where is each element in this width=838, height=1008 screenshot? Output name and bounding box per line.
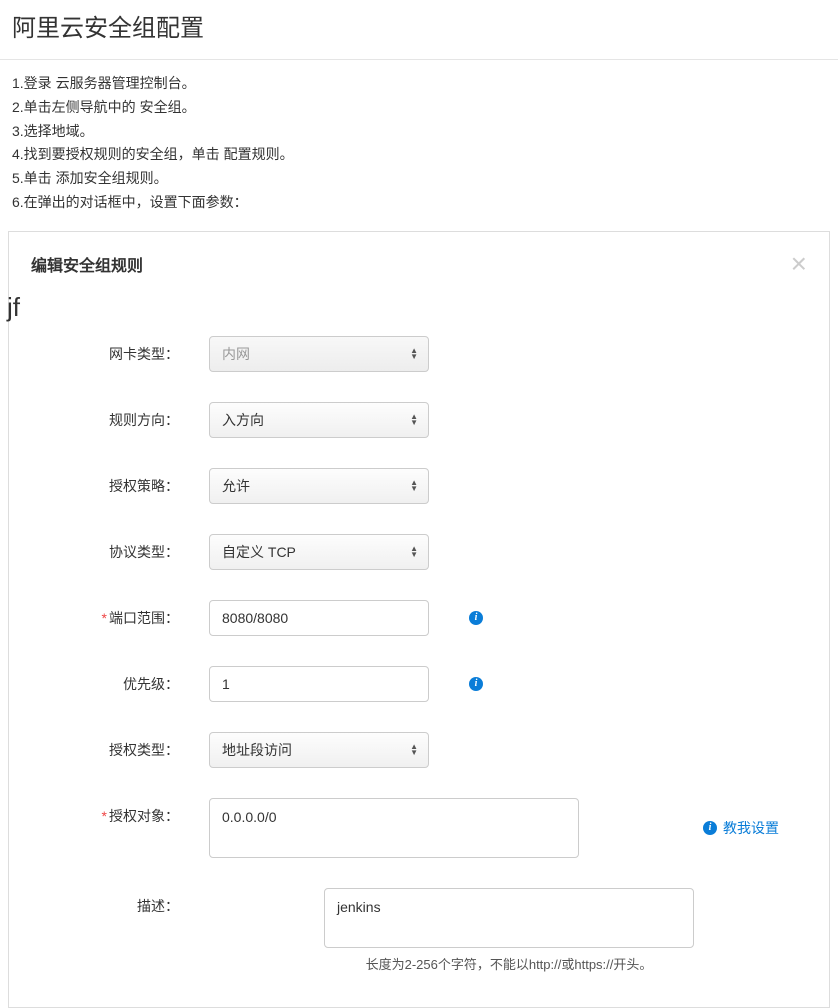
select-auth-policy[interactable]: 允许 ▲▼ bbox=[209, 468, 429, 504]
dialog-title: 编辑安全组规则 bbox=[31, 252, 143, 276]
row-rule-direction: 规则方向： 入方向 ▲▼ bbox=[29, 402, 809, 438]
step-item: 6.在弹出的对话框中，设置下面参数： bbox=[12, 191, 826, 215]
help-link-wrap: i 教我设置 bbox=[703, 818, 779, 838]
required-mark: * bbox=[102, 610, 107, 626]
row-protocol: 协议类型： 自定义 TCP ▲▼ bbox=[29, 534, 809, 570]
dialog-header: 编辑安全组规则 × bbox=[9, 232, 829, 296]
input-port-range[interactable]: 8080/8080 bbox=[209, 600, 429, 636]
step-item: 5.单击 添加安全组规则。 bbox=[12, 167, 826, 191]
chevron-updown-icon: ▲▼ bbox=[410, 348, 418, 360]
form-body: 网卡类型： 内网 ▲▼ 规则方向： 入方向 ▲▼ 授权策略： 允许 bbox=[9, 296, 829, 973]
row-description: 描述： jenkins 长度为2-256个字符，不能以http://或https… bbox=[29, 888, 809, 973]
select-auth-type[interactable]: 地址段访问 ▲▼ bbox=[209, 732, 429, 768]
step-item: 2.单击左侧导航中的 安全组。 bbox=[12, 96, 826, 120]
label-auth-policy: 授权策略： bbox=[29, 468, 209, 496]
label-rule-direction: 规则方向： bbox=[29, 402, 209, 430]
steps-list: 1.登录 云服务器管理控制台。 2.单击左侧导航中的 安全组。 3.选择地域。 … bbox=[0, 72, 838, 215]
info-icon[interactable]: i bbox=[469, 677, 483, 691]
label-protocol: 协议类型： bbox=[29, 534, 209, 562]
textarea-description[interactable]: jenkins bbox=[324, 888, 694, 948]
chevron-updown-icon: ▲▼ bbox=[410, 546, 418, 558]
select-protocol[interactable]: 自定义 TCP ▲▼ bbox=[209, 534, 429, 570]
close-icon[interactable]: × bbox=[791, 250, 807, 278]
step-item: 4.找到要授权规则的安全组，单击 配置规则。 bbox=[12, 143, 826, 167]
step-item: 1.登录 云服务器管理控制台。 bbox=[12, 72, 826, 96]
chevron-updown-icon: ▲▼ bbox=[410, 414, 418, 426]
row-priority: 优先级： 1 i bbox=[29, 666, 809, 702]
select-value: 允许 bbox=[222, 476, 250, 496]
select-rule-direction[interactable]: 入方向 ▲▼ bbox=[209, 402, 429, 438]
row-auth-policy: 授权策略： 允许 ▲▼ bbox=[29, 468, 809, 504]
required-mark: * bbox=[102, 808, 107, 824]
info-icon[interactable]: i bbox=[469, 611, 483, 625]
dialog: jf 编辑安全组规则 × 网卡类型： 内网 ▲▼ 规则方向： 入方向 ▲▼ bbox=[8, 231, 830, 1008]
label-port-range: *端口范围： bbox=[29, 600, 209, 628]
row-auth-type: 授权类型： 地址段访问 ▲▼ bbox=[29, 732, 809, 768]
input-value: 8080/8080 bbox=[222, 610, 288, 626]
row-auth-object: *授权对象： 0.0.0.0/0 i 教我设置 bbox=[29, 798, 809, 858]
label-auth-object: *授权对象： bbox=[29, 798, 209, 826]
input-value: 1 bbox=[222, 676, 230, 692]
label-nic-type: 网卡类型： bbox=[29, 336, 209, 364]
info-icon[interactable]: i bbox=[703, 821, 717, 835]
label-description: 描述： bbox=[29, 888, 209, 916]
select-value: 内网 bbox=[222, 344, 250, 364]
label-auth-type: 授权类型： bbox=[29, 732, 209, 760]
textarea-value: jenkins bbox=[337, 899, 381, 915]
chevron-updown-icon: ▲▼ bbox=[410, 480, 418, 492]
row-port-range: *端口范围： 8080/8080 i bbox=[29, 600, 809, 636]
select-value: 入方向 bbox=[222, 410, 264, 430]
select-value: 自定义 TCP bbox=[222, 542, 296, 562]
select-nic-type[interactable]: 内网 ▲▼ bbox=[209, 336, 429, 372]
input-priority[interactable]: 1 bbox=[209, 666, 429, 702]
description-hint: 长度为2-256个字符，不能以http://或https://开头。 bbox=[366, 954, 653, 973]
title-divider bbox=[0, 59, 838, 60]
select-value: 地址段访问 bbox=[222, 740, 292, 760]
help-link[interactable]: 教我设置 bbox=[723, 818, 779, 838]
label-priority: 优先级： bbox=[29, 666, 209, 694]
page-title: 阿里云安全组配置 bbox=[0, 0, 838, 55]
row-nic-type: 网卡类型： 内网 ▲▼ bbox=[29, 336, 809, 372]
chevron-updown-icon: ▲▼ bbox=[410, 744, 418, 756]
textarea-auth-object[interactable]: 0.0.0.0/0 bbox=[209, 798, 579, 858]
textarea-value: 0.0.0.0/0 bbox=[222, 809, 277, 825]
step-item: 3.选择地域。 bbox=[12, 120, 826, 144]
